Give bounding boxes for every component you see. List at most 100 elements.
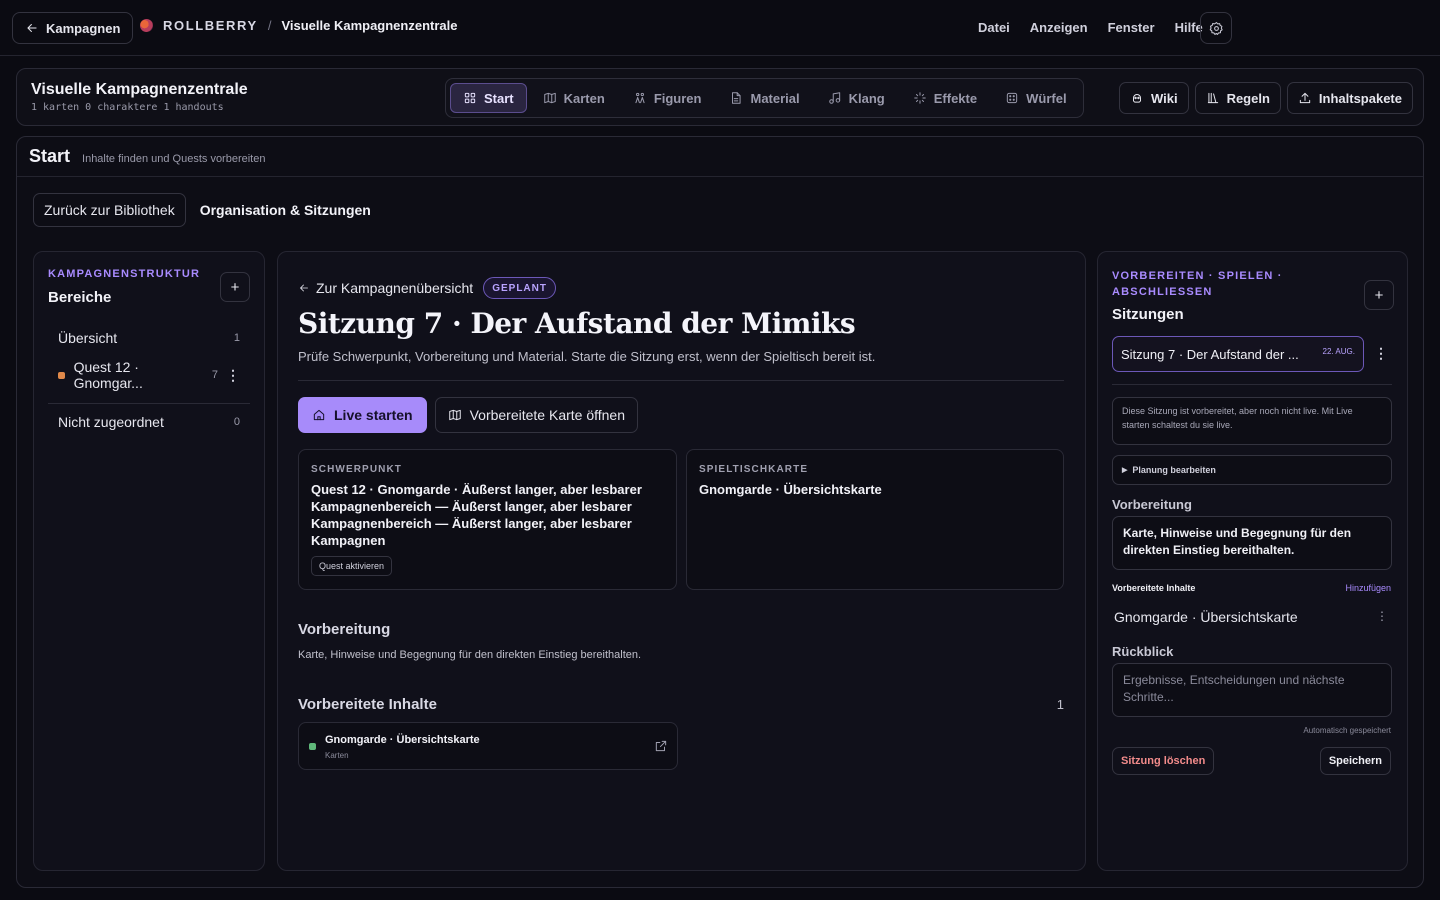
campaign-structure-panel: KAMPAGNENSTRUKTUR Bereiche + Übersicht 1…: [33, 251, 265, 871]
session-list-item[interactable]: Sitzung 7 · Der Aufstand der ... 22. AUG…: [1112, 336, 1364, 372]
back-to-campaigns-label: Kampagnen: [46, 20, 121, 36]
back-to-library-button[interactable]: Zurück zur Bibliothek: [33, 193, 186, 227]
add-area-button[interactable]: +: [220, 272, 250, 302]
campaign-title: Visuelle Kampagnenzentrale: [31, 81, 248, 98]
upload-icon: [1299, 92, 1311, 104]
focus-text: Quest 12 · Gnomgarde · Äußerst langer, a…: [311, 482, 642, 548]
menu-datei[interactable]: Datei: [978, 20, 1010, 35]
triangle-right-icon: ▶: [1122, 467, 1128, 474]
music-icon: [828, 92, 840, 104]
delete-session-button[interactable]: Sitzung löschen: [1112, 747, 1215, 775]
area-item-quest-12[interactable]: Quest 12 · Gnomgar... 7 ⋮: [44, 359, 254, 391]
area-item-label: Übersicht: [58, 330, 118, 346]
preparation-text: Karte, Hinweise und Begegnung für den di…: [298, 649, 642, 661]
tab-start[interactable]: Start: [450, 83, 527, 113]
tab-figuren[interactable]: Figuren: [621, 83, 714, 113]
save-button[interactable]: Speichern: [1319, 747, 1391, 775]
status-badge: GEPLANT: [483, 277, 556, 299]
tab-klang[interactable]: Klang: [816, 83, 897, 113]
content-item-type: Karten: [325, 751, 349, 760]
review-textarea[interactable]: Ergebnisse, Entscheidungen und nächste S…: [1112, 663, 1392, 717]
prepared-content-heading: Vorbereitete Inhalte: [298, 696, 437, 713]
content-item-title: Gnomgarde · Übersichtskarte: [325, 734, 480, 746]
area-item-label: Quest 12 · Gnomgar...: [73, 359, 143, 391]
edit-planning-toggle[interactable]: ▶ Planung bearbeiten: [1112, 455, 1392, 485]
tab-material[interactable]: Material: [717, 83, 811, 113]
rules-button[interactable]: Regeln: [1194, 82, 1281, 114]
page-title: Start: [29, 146, 71, 166]
skull-icon: [1132, 94, 1141, 103]
tab-effekte[interactable]: Effekte: [901, 83, 989, 113]
session-item-label: Sitzung 7 · Der Aufstand der ...: [1121, 346, 1299, 362]
main-header: Start Inhalte finden und Quests vorberei…: [17, 137, 1423, 177]
table-map-name: Gnomgarde · Übersichtskarte: [699, 482, 882, 497]
preparation-heading: Vorbereitung: [298, 621, 391, 638]
menu-hilfe[interactable]: Hilfe: [1175, 20, 1203, 35]
wiki-label: Wiki: [1150, 90, 1178, 106]
area-item-count: 0: [233, 416, 240, 428]
grid-icon: [464, 92, 476, 104]
structure-kicker: KAMPAGNENSTRUKTUR: [48, 268, 201, 280]
tab-wuerfel-label: Würfel: [1026, 90, 1067, 106]
prepared-content-count: 1: [1056, 697, 1064, 712]
open-prepared-map-label: Vorbereitete Karte öffnen: [469, 407, 626, 423]
tab-wuerfel[interactable]: Würfel: [993, 83, 1078, 113]
autosave-status: Automatisch gespeichert: [1303, 726, 1391, 735]
divider: [48, 403, 250, 404]
session-actions: Live starten Vorbereitete Karte öffnen: [298, 397, 639, 433]
tab-figuren-label: Figuren: [653, 90, 702, 106]
tab-karten[interactable]: Karten: [531, 83, 617, 113]
divider: [1112, 384, 1392, 385]
arrow-left-icon: [300, 284, 308, 292]
live-start-label: Live starten: [334, 407, 413, 423]
rules-label: Regeln: [1226, 90, 1270, 106]
home-icon: [313, 409, 325, 421]
map-icon: [543, 92, 556, 104]
content-packs-button[interactable]: Inhaltspakete: [1286, 82, 1413, 114]
live-start-button[interactable]: Live starten: [298, 397, 427, 433]
external-link-icon[interactable]: [654, 739, 668, 753]
tab-material-label: Material: [750, 90, 800, 106]
sessions-kicker: VORBEREITEN · SPIELEN · ABSCHLIESSEN: [1112, 270, 1283, 298]
tab-start-label: Start: [484, 90, 514, 106]
area-item-overview[interactable]: Übersicht 1: [44, 323, 254, 353]
session-back-row: Zur Kampagnenübersicht GEPLANT: [298, 277, 556, 299]
figures-icon: [635, 92, 645, 104]
tab-klang-label: Klang: [848, 90, 885, 106]
main-panel: Start Inhalte finden und Quests vorberei…: [16, 136, 1424, 888]
area-color-dot: [58, 371, 65, 379]
focus-kicker: SCHWERPUNKT: [311, 464, 402, 475]
area-item-unassigned[interactable]: Nicht zugeordnet 0: [44, 407, 254, 437]
session-item-date: 22. AUG.: [1322, 347, 1355, 356]
activate-quest-button[interactable]: Quest aktivieren: [311, 556, 393, 576]
preparation-textarea[interactable]: Karte, Hinweise und Begegnung für den di…: [1112, 516, 1392, 570]
open-prepared-map-button[interactable]: Vorbereitete Karte öffnen: [434, 397, 639, 433]
review-label: Rückblick: [1112, 644, 1174, 659]
sessions-panel: VORBEREITEN · SPIELEN · ABSCHLIESSEN Sit…: [1097, 251, 1408, 871]
session-description: Prüfe Schwerpunkt, Vorbereitung und Mate…: [298, 349, 876, 364]
prepared-content-item[interactable]: Gnomgarde · Übersichtskarte: [1114, 609, 1298, 625]
settings-button[interactable]: [1200, 12, 1232, 44]
brand-name: ROLLBERRY: [163, 18, 258, 33]
back-to-overview-link[interactable]: Zur Kampagnenübersicht: [298, 280, 473, 296]
campaign-header: Visuelle Kampagnenzentrale 1 karten 0 ch…: [16, 68, 1424, 126]
back-to-campaigns-button[interactable]: Kampagnen: [12, 12, 134, 44]
content-packs-label: Inhaltspakete: [1318, 90, 1402, 106]
document-icon: [732, 92, 742, 104]
add-content-link[interactable]: Hinzufügen: [1345, 583, 1391, 593]
more-vertical-icon[interactable]: ⋮: [1376, 609, 1388, 623]
breadcrumb-separator: /: [267, 18, 272, 33]
header-buttons: Wiki Regeln Inhaltspakete: [1118, 82, 1413, 114]
wiki-button[interactable]: Wiki: [1118, 82, 1189, 114]
session-detail-panel: Zur Kampagnenübersicht GEPLANT Sitzung 7…: [277, 251, 1086, 871]
menu-anzeigen[interactable]: Anzeigen: [1030, 20, 1088, 35]
prepared-content-item[interactable]: Gnomgarde · Übersichtskarte Karten: [298, 722, 678, 770]
session-info-box: Diese Sitzung ist vorbereitet, aber noch…: [1112, 397, 1392, 445]
sparkle-icon: [914, 92, 926, 104]
more-vertical-icon[interactable]: ⋮: [226, 367, 240, 384]
more-vertical-icon[interactable]: ⋮: [1374, 345, 1388, 362]
menu-fenster[interactable]: Fenster: [1108, 20, 1155, 35]
campaign-stats: 1 karten 0 charaktere 1 handouts: [31, 102, 224, 113]
add-session-button[interactable]: +: [1364, 280, 1394, 310]
map-icon: [448, 409, 461, 421]
